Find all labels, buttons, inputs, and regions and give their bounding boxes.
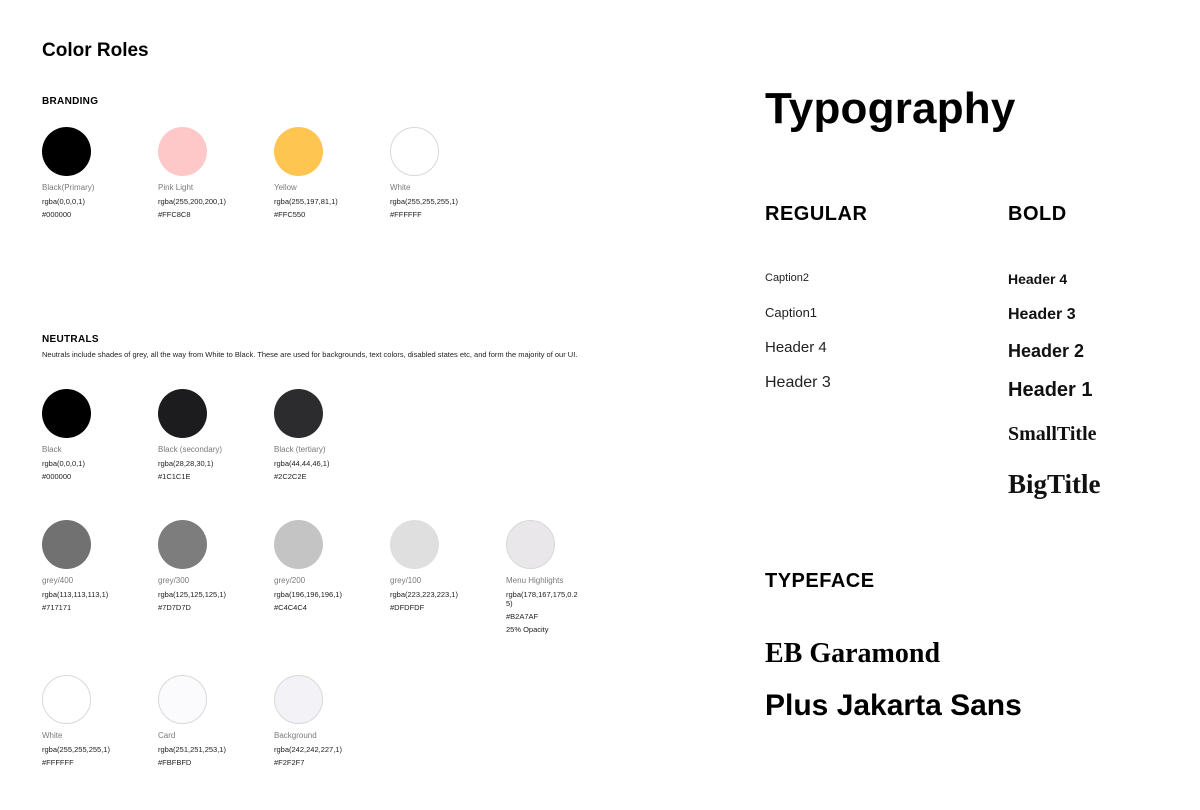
- swatch-name: Black: [42, 445, 62, 454]
- bold-bigtitle: BigTitle: [1008, 469, 1101, 499]
- typography-title: Typography: [765, 84, 1016, 133]
- typeface-plus-jakarta-sans: Plus Jakarta Sans: [765, 689, 1022, 722]
- swatch-hex: #2C2C2E: [274, 471, 307, 481]
- swatch-circle: [274, 127, 323, 176]
- swatch-circle: [274, 520, 323, 569]
- swatch-hex: #FFFFFF: [42, 757, 74, 767]
- swatch-circle: [42, 389, 91, 438]
- swatch-black: Black rgba(0,0,0,1) #000000: [42, 389, 132, 481]
- swatch-card: Card rgba(251,251,253,1) #FBFBFD: [158, 675, 248, 767]
- swatch-rgba: rgba(255,200,200,1): [158, 196, 226, 206]
- swatch-hex: #000000: [42, 471, 72, 481]
- swatch-name: Menu Highlights: [506, 576, 564, 585]
- swatch-name: Card: [158, 731, 176, 740]
- bold-smalltitle: SmallTitle: [1008, 423, 1097, 445]
- swatch-rgba: rgba(0,0,0,1): [42, 458, 85, 468]
- swatch-grey-400: grey/400 rgba(113,113,113,1) #717171: [42, 520, 132, 612]
- swatch-grey-100: grey/100 rgba(223,223,223,1) #DFDFDF: [390, 520, 480, 612]
- swatch-note: 25% Opacity: [506, 624, 549, 634]
- swatch-rgba: rgba(44,44,46,1): [274, 458, 330, 468]
- swatch-hex: #717171: [42, 602, 72, 612]
- swatch-hex: #FFC550: [274, 209, 306, 219]
- regular-caption1: Caption1: [765, 305, 818, 320]
- swatch-rgba: rgba(255,255,255,1): [390, 196, 458, 206]
- swatch-circle: [274, 389, 323, 438]
- swatch-rgba: rgba(251,251,253,1): [158, 744, 226, 754]
- swatch-white-brand: White rgba(255,255,255,1) #FFFFFF: [390, 127, 480, 219]
- neutrals-description: Neutrals include shades of grey, all the…: [42, 350, 578, 359]
- typeface-eb-garamond: EB Garamond: [765, 638, 941, 669]
- swatch-name: Black (tertiary): [274, 445, 326, 454]
- swatch-rgba: rgba(255,197,81,1): [274, 196, 338, 206]
- swatch-hex: #B2A7AF: [506, 611, 539, 621]
- regular-heading: REGULAR: [765, 203, 868, 225]
- swatch-pink-light: Pink Light rgba(255,200,200,1) #FFC8C8: [158, 127, 248, 219]
- swatch-yellow: Yellow rgba(255,197,81,1) #FFC550: [274, 127, 364, 219]
- swatch-rgba: rgba(113,113,113,1): [42, 589, 109, 599]
- color-roles-title: Color Roles: [42, 40, 149, 61]
- swatch-circle: [390, 127, 439, 176]
- swatch-circle: [42, 520, 91, 569]
- regular-header3: Header 3: [765, 374, 831, 391]
- swatch-rgba: rgba(196,196,196,1): [274, 589, 342, 599]
- branding-label: BRANDING: [42, 96, 99, 107]
- swatch-name: Black (secondary): [158, 445, 223, 454]
- swatch-circle: [158, 389, 207, 438]
- swatch-hex: #1C1C1E: [158, 471, 191, 481]
- swatch-name: grey/200: [274, 576, 306, 585]
- swatch-circle: [158, 520, 207, 569]
- swatch-name: Background: [274, 731, 317, 740]
- swatch-circle: [390, 520, 439, 569]
- swatch-white: White rgba(255,255,255,1) #FFFFFF: [42, 675, 132, 767]
- swatch-black-tertiary: Black (tertiary) rgba(44,44,46,1) #2C2C2…: [274, 389, 364, 481]
- swatch-name: Yellow: [274, 183, 297, 192]
- swatch-rgba: rgba(0,0,0,1): [42, 196, 85, 206]
- swatch-rgba: rgba(255,255,255,1): [42, 744, 110, 754]
- regular-header4: Header 4: [765, 339, 827, 356]
- swatch-black-primary: Black(Primary) rgba(0,0,0,1) #000000: [42, 127, 132, 219]
- swatch-hex: #7D7D7D: [158, 602, 191, 612]
- swatch-name: grey/100: [390, 576, 422, 585]
- swatch-rgba: rgba(242,242,227,1): [274, 744, 342, 754]
- swatch-grey-300: grey/300 rgba(125,125,125,1) #7D7D7D: [158, 520, 248, 612]
- swatch-name: White: [390, 183, 411, 192]
- swatch-rgba: rgba(178,167,175,0.25): [506, 589, 578, 608]
- swatch-rgba: rgba(28,28,30,1): [158, 458, 214, 468]
- swatch-menu-highlights: Menu Highlights rgba(178,167,175,0.25) #…: [506, 520, 596, 634]
- swatch-name: grey/300: [158, 576, 190, 585]
- swatch-hex: #FFC8C8: [158, 209, 191, 219]
- swatch-name: White: [42, 731, 63, 740]
- regular-caption2: Caption2: [765, 272, 810, 284]
- neutrals-label: NEUTRALS: [42, 334, 99, 345]
- swatch-name: Pink Light: [158, 183, 194, 192]
- swatch-circle: [158, 127, 207, 176]
- bold-header3: Header 3: [1008, 306, 1076, 323]
- swatch-circle: [42, 127, 91, 176]
- swatch-black-secondary: Black (secondary) rgba(28,28,30,1) #1C1C…: [158, 389, 248, 481]
- swatch-hex: #F2F2F7: [274, 757, 305, 767]
- swatch-circle: [42, 675, 91, 724]
- swatch-hex: #FBFBFD: [158, 757, 192, 767]
- swatch-hex: #DFDFDF: [390, 602, 425, 612]
- swatch-name: Black(Primary): [42, 183, 95, 192]
- swatch-hex: #FFFFFF: [390, 209, 422, 219]
- swatch-rgba: rgba(125,125,125,1): [158, 589, 226, 599]
- typeface-heading: TYPEFACE: [765, 570, 875, 592]
- swatch-grey-200: grey/200 rgba(196,196,196,1) #C4C4C4: [274, 520, 364, 612]
- swatch-circle: [158, 675, 207, 724]
- swatch-hex: #000000: [42, 209, 72, 219]
- swatch-background: Background rgba(242,242,227,1) #F2F2F7: [274, 675, 364, 767]
- swatch-hex: #C4C4C4: [274, 602, 307, 612]
- swatch-name: grey/400: [42, 576, 74, 585]
- bold-header4: Header 4: [1008, 271, 1068, 287]
- swatch-rgba: rgba(223,223,223,1): [390, 589, 458, 599]
- swatch-circle: [274, 675, 323, 724]
- swatch-circle: [506, 520, 555, 569]
- bold-header1: Header 1: [1008, 379, 1093, 401]
- bold-header2: Header 2: [1008, 341, 1085, 361]
- bold-heading: BOLD: [1008, 203, 1067, 225]
